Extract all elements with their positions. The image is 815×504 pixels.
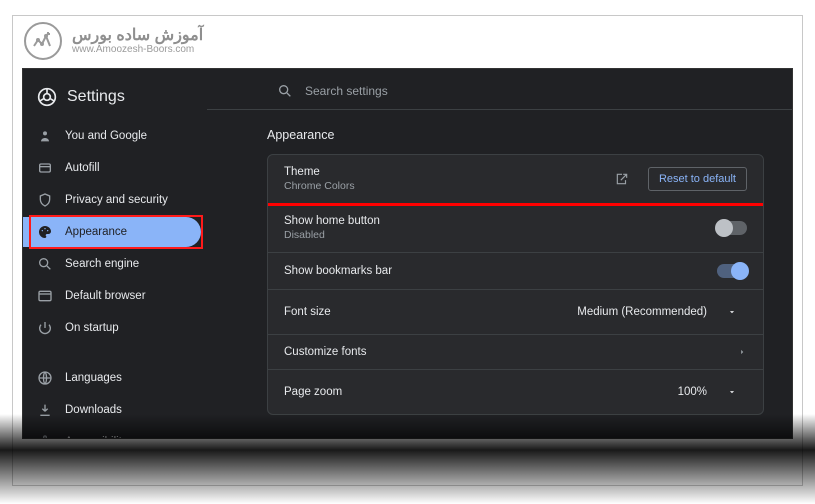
content: Appearance Theme Chrome Colors Reset to …: [207, 110, 792, 433]
row-bookmarks-bar: Show bookmarks bar: [268, 252, 763, 289]
sidebar-item-label: Privacy and security: [65, 194, 168, 206]
appearance-card: Theme Chrome Colors Reset to default Sho…: [267, 154, 764, 415]
watermark-url: www.Amoozesh-Boors.com: [72, 44, 203, 55]
row-label: Page zoom: [284, 386, 342, 398]
sidebar-item-label: You and Google: [65, 130, 147, 142]
sidebar-item-appearance[interactable]: Appearance: [23, 217, 201, 247]
chevron-down-icon: [727, 307, 737, 317]
row-home-button: Show home button Disabled: [268, 203, 763, 252]
section-title: Appearance: [267, 128, 764, 142]
font-size-select[interactable]: Medium (Recommended): [567, 301, 747, 323]
select-value: 100%: [678, 386, 707, 398]
row-label: Customize fonts: [284, 346, 366, 358]
row-label: Theme: [284, 166, 355, 178]
person-icon: [37, 128, 53, 144]
home-button-toggle[interactable]: [717, 221, 747, 235]
settings-app: Settings You and Google Autofill Privacy…: [22, 68, 793, 439]
sidebar-item-label: Languages: [65, 372, 122, 384]
row-font-size: Font size Medium (Recommended): [268, 289, 763, 334]
sidebar-item-label: Downloads: [65, 404, 122, 416]
watermark-logo-icon: [24, 22, 62, 60]
sidebar-item-privacy[interactable]: Privacy and security: [23, 185, 201, 215]
sidebar-item-label: Autofill: [65, 162, 100, 174]
sidebar-item-label: Accessibility: [65, 436, 128, 439]
search-icon: [37, 256, 53, 272]
row-page-zoom: Page zoom 100%: [268, 369, 763, 414]
palette-icon: [37, 224, 53, 240]
sidebar-item-label: Default browser: [65, 290, 146, 302]
browser-icon: [37, 288, 53, 304]
sidebar-item-languages[interactable]: Languages: [23, 363, 201, 393]
sidebar: Settings You and Google Autofill Privacy…: [23, 69, 207, 438]
row-sublabel: Chrome Colors: [284, 180, 355, 192]
bookmarks-toggle[interactable]: [717, 264, 747, 278]
select-value: Medium (Recommended): [577, 306, 707, 318]
row-customize-fonts[interactable]: Customize fonts: [268, 334, 763, 369]
power-icon: [37, 320, 53, 336]
sidebar-item-search-engine[interactable]: Search engine: [23, 249, 201, 279]
chevron-down-icon: [727, 387, 737, 397]
sidebar-item-default-browser[interactable]: Default browser: [23, 281, 201, 311]
watermark-title: آموزش ساده بورس: [72, 27, 203, 45]
page-watermark: آموزش ساده بورس www.Amoozesh-Boors.com: [24, 22, 203, 60]
sidebar-item-you-google[interactable]: You and Google: [23, 121, 201, 151]
chevron-right-icon: [737, 347, 747, 357]
sidebar-item-label: Appearance: [65, 226, 127, 238]
sidebar-nav: You and Google Autofill Privacy and secu…: [23, 121, 207, 439]
sidebar-item-autofill[interactable]: Autofill: [23, 153, 201, 183]
sidebar-item-label: Search engine: [65, 258, 139, 270]
sidebar-item-label: On startup: [65, 322, 119, 334]
sidebar-item-startup[interactable]: On startup: [23, 313, 201, 343]
search-bar: [207, 69, 792, 109]
row-theme[interactable]: Theme Chrome Colors Reset to default: [268, 155, 763, 203]
autofill-icon: [37, 160, 53, 176]
accessibility-icon: [37, 434, 53, 439]
titlebar: Settings: [23, 79, 207, 121]
globe-icon: [37, 370, 53, 386]
sidebar-item-downloads[interactable]: Downloads: [23, 395, 201, 425]
page-zoom-select[interactable]: 100%: [668, 381, 747, 403]
reset-theme-button[interactable]: Reset to default: [648, 167, 747, 191]
download-icon: [37, 402, 53, 418]
search-input[interactable]: [305, 84, 505, 98]
chrome-logo-icon: [37, 87, 57, 107]
row-label: Show bookmarks bar: [284, 265, 392, 277]
row-label: Font size: [284, 306, 331, 318]
open-external-icon[interactable]: [614, 171, 630, 187]
row-label: Show home button: [284, 215, 380, 227]
row-sublabel: Disabled: [284, 229, 380, 241]
page-title: Settings: [67, 88, 125, 106]
main-panel: Appearance Theme Chrome Colors Reset to …: [207, 69, 792, 438]
sidebar-item-accessibility[interactable]: Accessibility: [23, 427, 201, 439]
shield-icon: [37, 192, 53, 208]
search-icon: [277, 83, 293, 99]
